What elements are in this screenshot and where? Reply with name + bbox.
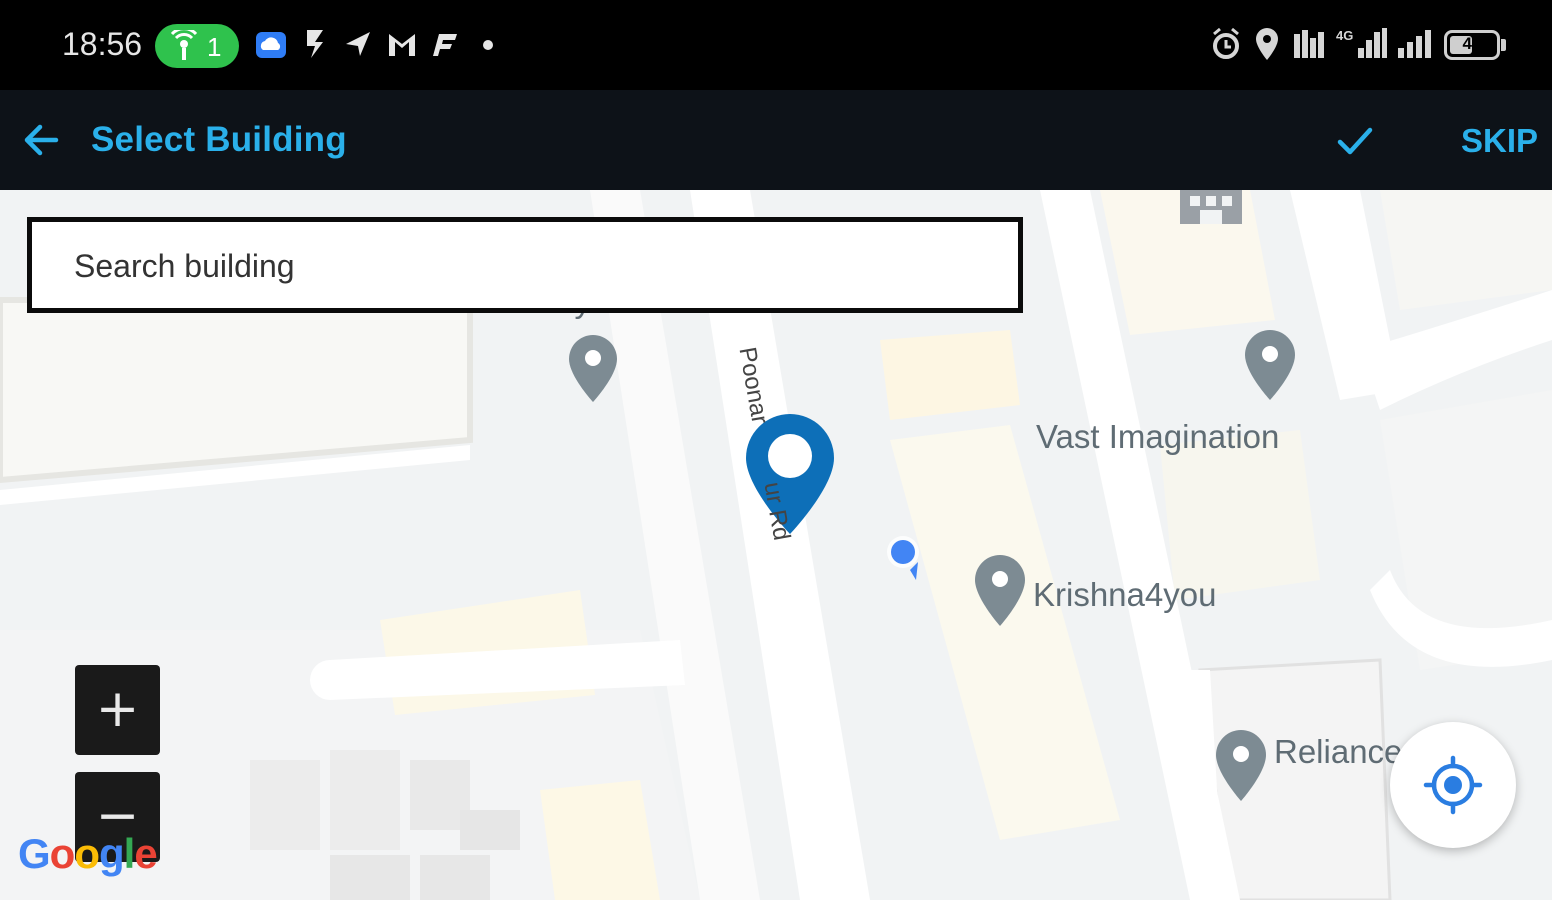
paytm-icon (433, 34, 457, 56)
battery-icon: 48 (1444, 30, 1500, 60)
payment-app-icon (307, 30, 323, 58)
status-bar: 18:56 1 4G 48 (0, 0, 1552, 90)
check-icon (1337, 127, 1373, 155)
my-location-button[interactable] (1390, 722, 1516, 848)
app-bar: Select Building SKIP (0, 90, 1552, 190)
zoom-in-label: + (95, 679, 140, 739)
battery-tip (1501, 39, 1506, 51)
signal-4g-icon: 4G (1336, 28, 1387, 58)
hotspot-count: 1 (207, 32, 222, 62)
gmail-icon (389, 34, 415, 56)
search-box (27, 217, 1023, 313)
back-button[interactable] (18, 112, 66, 168)
arrow-back-icon (24, 124, 59, 156)
zoom-in-button[interactable]: + (75, 665, 160, 755)
map-view[interactable]: Poonar ur Rd Sai Tiyer Vast Imagination … (0, 190, 1552, 900)
svg-text:4G: 4G (1336, 28, 1353, 43)
place-label[interactable]: Reliance (1274, 733, 1402, 771)
gps-crosshair-icon (1423, 755, 1483, 815)
hotspot-icon (170, 30, 198, 60)
volte-icon (1294, 30, 1324, 58)
search-input[interactable] (74, 244, 974, 288)
hotspot-badge: 1 (155, 24, 239, 68)
notification-dot-icon (483, 40, 493, 50)
alarm-icon (1213, 27, 1239, 59)
place-label[interactable]: Krishna4you (1033, 576, 1216, 614)
status-time: 18:56 (62, 26, 143, 62)
google-logo: Google (18, 830, 158, 877)
cloud-app-icon (256, 32, 286, 58)
send-icon (346, 32, 370, 56)
skip-button[interactable]: SKIP (1461, 122, 1538, 160)
place-label[interactable]: Vast Imagination (1036, 418, 1279, 456)
signal-icon (1398, 30, 1431, 58)
confirm-button[interactable] (1332, 118, 1378, 164)
location-icon (1256, 28, 1278, 60)
page-title: Select Building (91, 120, 347, 159)
battery-level: 48 (1462, 34, 1482, 53)
